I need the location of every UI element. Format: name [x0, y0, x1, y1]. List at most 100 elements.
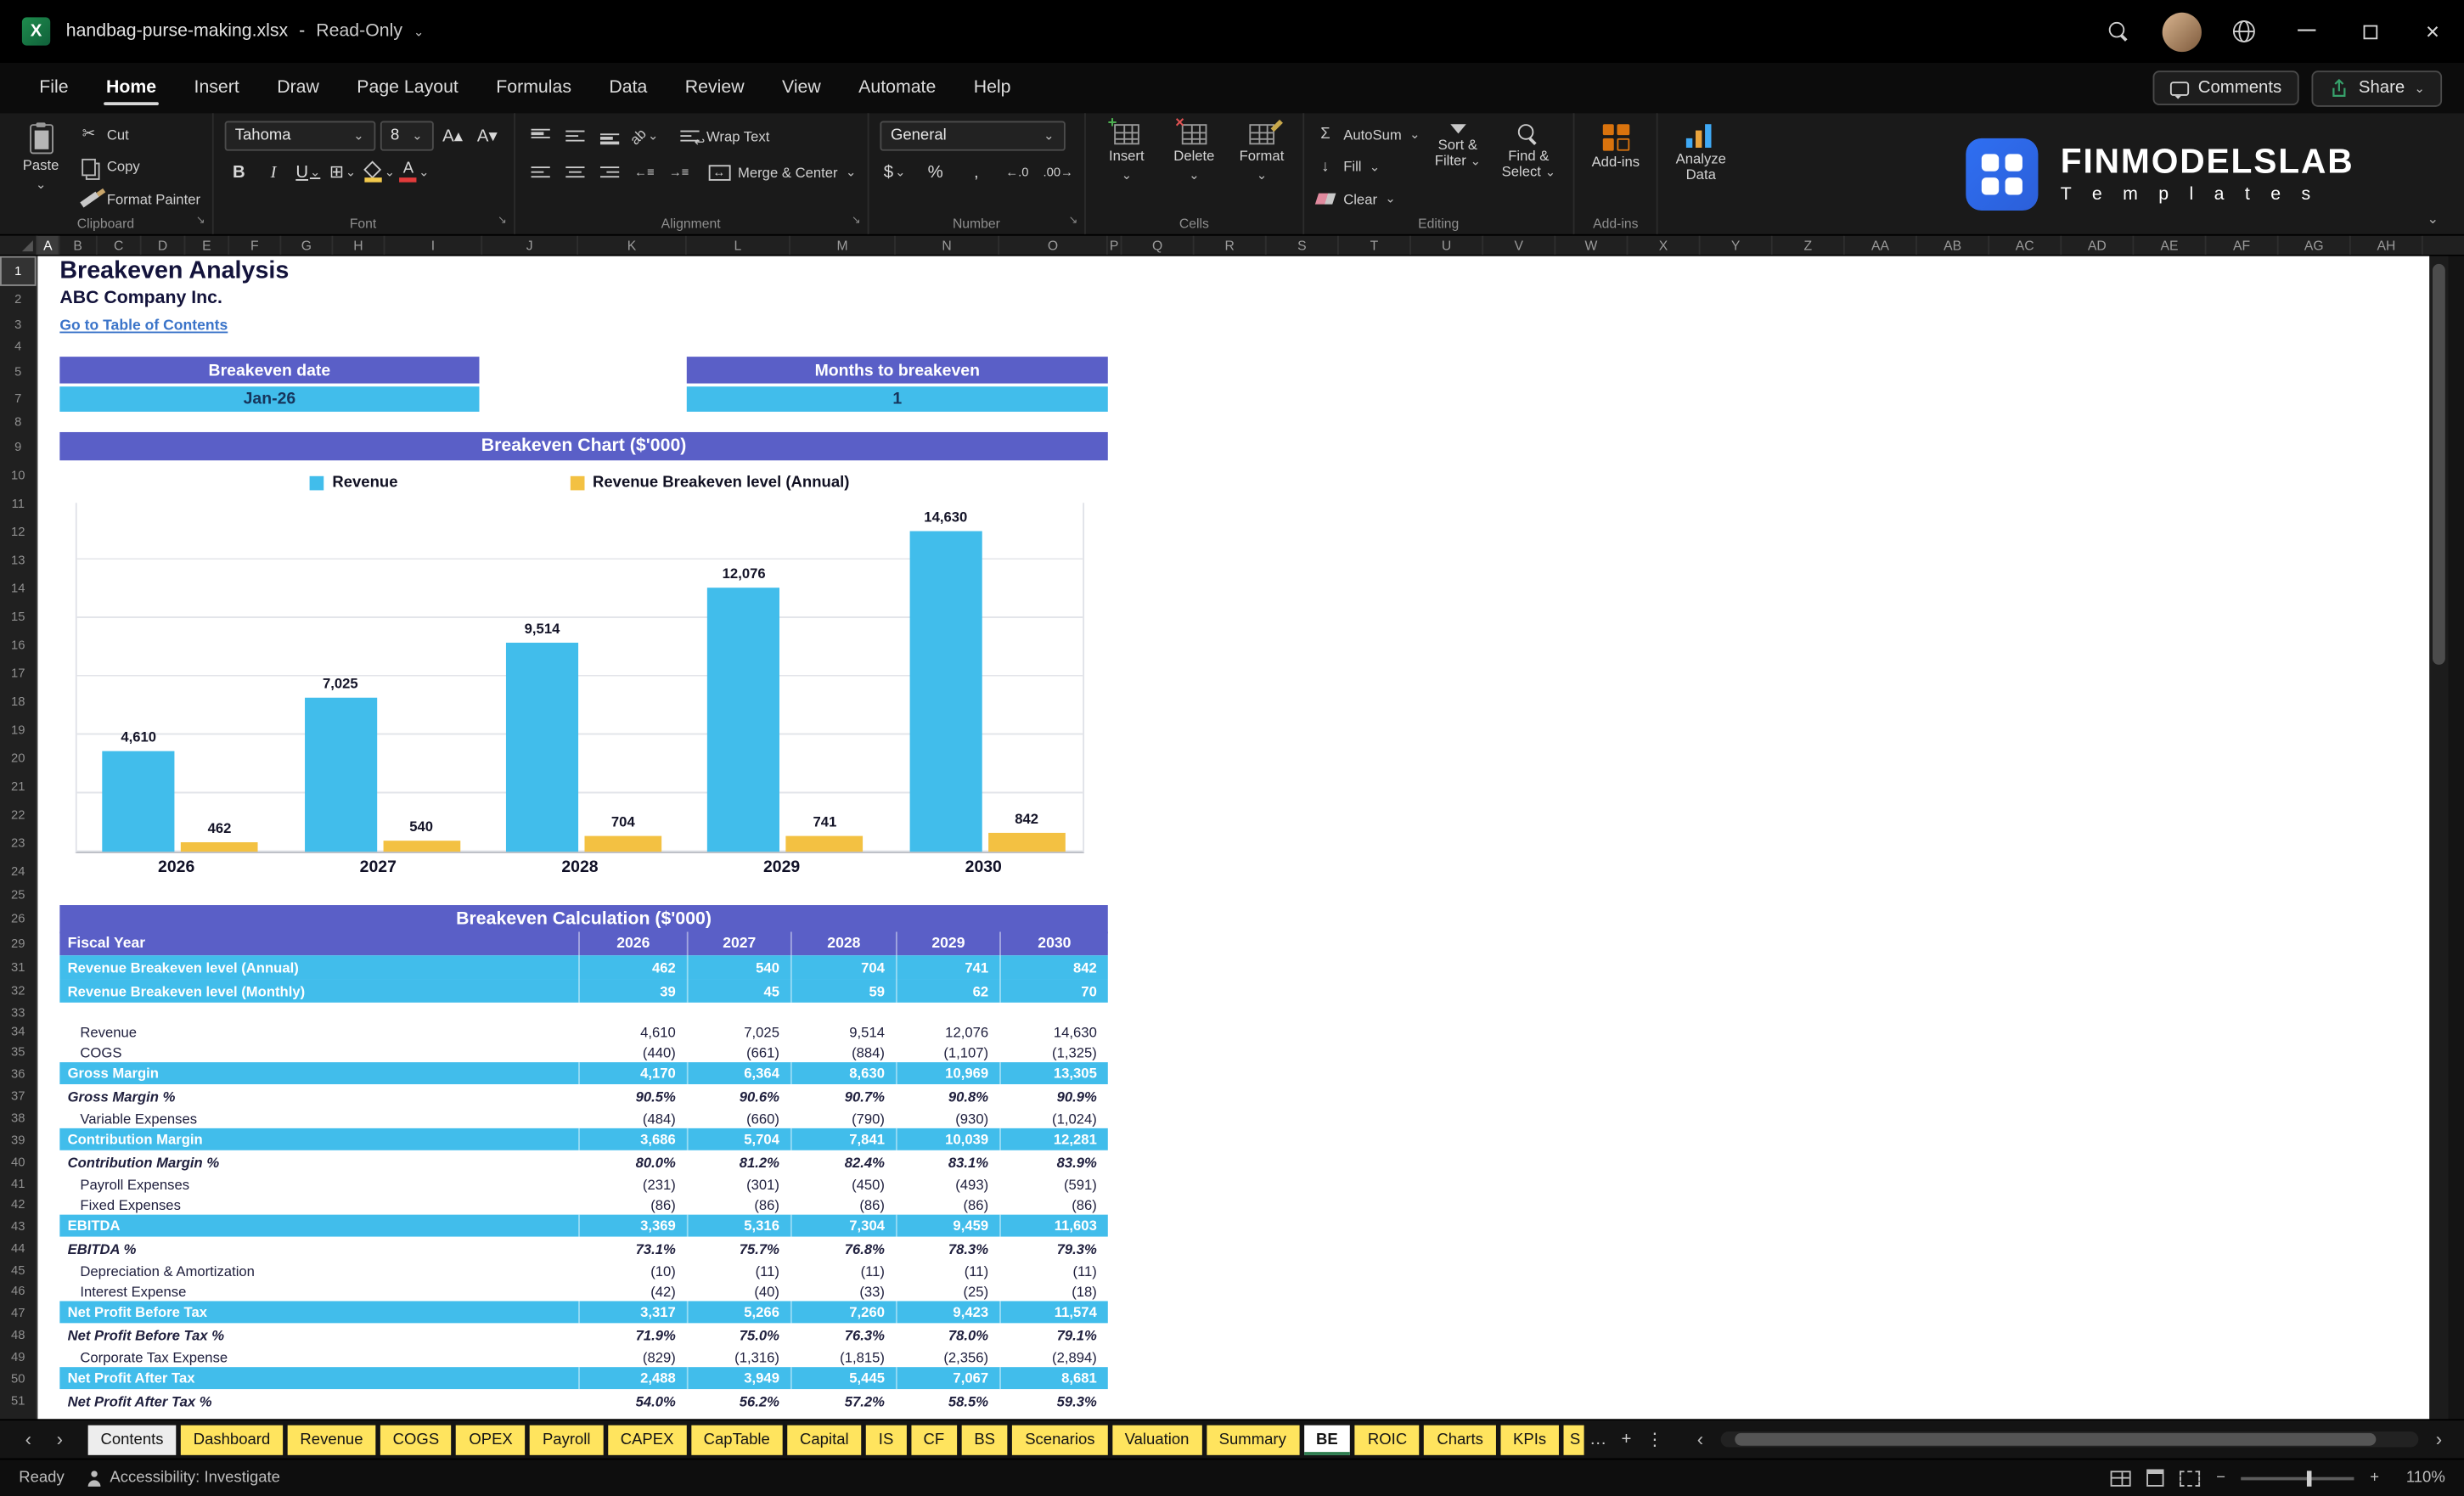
analyze-data-button[interactable]: Analyze Data — [1669, 121, 1732, 212]
increase-indent-button[interactable]: →≡ — [664, 157, 694, 187]
column-header-H[interactable]: H — [333, 235, 385, 255]
calc-value[interactable]: 78.3% — [896, 1237, 999, 1261]
calc-value[interactable]: 7,067 — [895, 1367, 999, 1390]
column-header-X[interactable]: X — [1628, 235, 1701, 255]
calc-value[interactable]: 4,610 — [578, 1021, 687, 1042]
column-header-T[interactable]: T — [1339, 235, 1411, 255]
calc-value[interactable]: (591) — [999, 1174, 1108, 1195]
sheet-tab-s[interactable]: S — [1563, 1424, 1584, 1454]
normal-view-icon[interactable] — [2111, 1470, 2132, 1486]
row-header-8[interactable]: 8 — [0, 412, 37, 432]
calc-value[interactable]: 8,630 — [790, 1062, 896, 1085]
calc-value[interactable]: (33) — [790, 1280, 896, 1301]
font-color-button[interactable]: A ⌄ — [399, 157, 430, 187]
calc-value[interactable]: (661) — [687, 1042, 790, 1062]
calc-row-36[interactable]: Gross Margin 4,170 6,364 8,630 10,969 13,305 — [59, 1062, 1108, 1085]
italic-button[interactable]: I — [259, 157, 289, 187]
row-header-42[interactable]: 42 — [0, 1195, 37, 1215]
calc-row-38[interactable]: Variable Expenses (484) (660) (790) (930) (1,… — [59, 1108, 1107, 1128]
column-header-L[interactable]: L — [687, 235, 790, 255]
calc-row-50[interactable]: Net Profit After Tax 2,488 3,949 5,445 7,067… — [59, 1367, 1108, 1390]
calc-row-45[interactable]: Depreciation & Amortization (10) (11) (11)(… — [59, 1260, 1107, 1280]
calc-value[interactable]: (2,894) — [999, 1347, 1108, 1367]
row-header-29[interactable]: 29 — [0, 932, 37, 956]
decrease-font-size-button[interactable]: A▾ — [472, 121, 502, 151]
row-header-24[interactable]: 24 — [0, 857, 37, 885]
row-header-14[interactable]: 14 — [0, 574, 37, 602]
row-header-25[interactable]: 25 — [0, 885, 37, 905]
calc-value[interactable]: (301) — [687, 1174, 790, 1195]
breakeven-chart[interactable]: Revenue Revenue Breakeven level (Annual) … — [75, 467, 1085, 882]
column-header-U[interactable]: U — [1411, 235, 1484, 255]
row-header-26[interactable]: 26 — [0, 905, 37, 931]
top-align-button[interactable] — [526, 121, 555, 151]
calc-value[interactable]: 7,025 — [687, 1021, 790, 1042]
row-header-47[interactable]: 47 — [0, 1301, 37, 1323]
new-sheet-button[interactable]: + — [1612, 1430, 1640, 1448]
column-header-C[interactable]: C — [98, 235, 142, 255]
clear-button[interactable]: Clear ⌄ — [1314, 187, 1420, 211]
calc-value[interactable]: 78.0% — [896, 1323, 999, 1347]
calc-value[interactable]: 12,076 — [896, 1021, 999, 1042]
calc-row-47[interactable]: Net Profit Before Tax 3,317 5,266 7,260 9,42… — [59, 1301, 1108, 1324]
calc-value[interactable]: (86) — [790, 1195, 896, 1215]
row-header-23[interactable]: 23 — [0, 828, 37, 856]
row-header-4[interactable]: 4 — [0, 336, 37, 357]
calc-label[interactable]: Depreciation & Amortization — [59, 1260, 578, 1280]
calc-value[interactable]: (2,356) — [896, 1347, 999, 1367]
wrap-text-button[interactable]: ↩ Wrap Text — [679, 124, 769, 149]
row-header-7[interactable]: 7 — [0, 385, 37, 411]
column-header-AE[interactable]: AE — [2134, 235, 2207, 255]
calc-value[interactable]: 11,603 — [999, 1214, 1108, 1237]
menu-data[interactable]: Data — [592, 69, 665, 106]
window-title[interactable]: handbag-purse-making.xlsx - Read-Only ⌄ — [66, 22, 425, 41]
calc-label[interactable]: Net Profit Before Tax % — [59, 1323, 578, 1347]
calc-value[interactable]: 741 — [895, 955, 999, 980]
sheet-tab-bs[interactable]: BS — [961, 1424, 1008, 1454]
column-header-V[interactable]: V — [1483, 235, 1556, 255]
calc-value[interactable] — [999, 1003, 1108, 1021]
calc-row-44[interactable]: EBITDA % 73.1% 75.7% 76.8% 78.3% 79.3% — [59, 1237, 1107, 1261]
row-header-51[interactable]: 51 — [0, 1389, 37, 1413]
row-header-44[interactable]: 44 — [0, 1237, 37, 1261]
calc-value[interactable]: 54.0% — [578, 1389, 687, 1413]
calc-value[interactable]: 540 — [686, 955, 790, 980]
calc-value[interactable]: 11,574 — [999, 1301, 1108, 1324]
row-header-5[interactable]: 5 — [0, 357, 37, 385]
calc-value[interactable]: 842 — [999, 955, 1108, 980]
font-dialog-launcher-icon[interactable]: ↘ — [498, 214, 507, 227]
calc-row-42[interactable]: Fixed Expenses (86) (86) (86) (86) (86) — [59, 1195, 1107, 1215]
calc-value[interactable]: 76.8% — [790, 1237, 896, 1261]
percent-style-button[interactable]: % — [920, 157, 950, 187]
insert-cells-button[interactable]: Insert⌄ — [1097, 115, 1156, 212]
sheet-tab-is[interactable]: IS — [866, 1424, 907, 1454]
calc-label[interactable]: Revenue Breakeven level (Annual) — [59, 955, 578, 979]
font-name-select[interactable]: Tahoma ⌄ — [223, 121, 375, 151]
calc-value[interactable]: 2,488 — [578, 1367, 687, 1390]
fill-button[interactable]: ↓ Fill ⌄ — [1315, 155, 1420, 178]
row-header-9[interactable]: 9 — [0, 432, 37, 460]
calc-value[interactable]: 56.2% — [687, 1389, 790, 1413]
maximize-button[interactable] — [2338, 0, 2401, 63]
calc-value[interactable]: (86) — [999, 1195, 1108, 1215]
comments-button[interactable]: Comments — [2152, 70, 2299, 106]
sheet-tab-cogs[interactable]: COGS — [380, 1424, 452, 1454]
calc-value[interactable]: 2029 — [895, 931, 999, 956]
calc-value[interactable]: 39 — [578, 979, 687, 1003]
column-header-O[interactable]: O — [999, 235, 1108, 255]
row-header-13[interactable]: 13 — [0, 545, 37, 573]
font-size-select[interactable]: 8 ⌄ — [380, 121, 433, 151]
collapse-ribbon-icon[interactable]: ⌄ — [2427, 211, 2439, 228]
calc-value[interactable]: 3,317 — [578, 1301, 687, 1324]
calc-value[interactable]: (42) — [578, 1280, 687, 1301]
row-header-20[interactable]: 20 — [0, 743, 37, 771]
row-header-46[interactable]: 46 — [0, 1280, 37, 1301]
sheet-tab-capex[interactable]: CAPEX — [607, 1424, 687, 1454]
zoom-slider-thumb[interactable] — [2306, 1470, 2312, 1486]
row-header-3[interactable]: 3 — [0, 311, 37, 336]
calc-value[interactable]: 79.1% — [999, 1323, 1108, 1347]
row-header-16[interactable]: 16 — [0, 630, 37, 658]
align-left-button[interactable] — [526, 157, 555, 187]
calc-value[interactable]: 5,266 — [686, 1301, 790, 1324]
menu-insert[interactable]: Insert — [177, 69, 256, 106]
